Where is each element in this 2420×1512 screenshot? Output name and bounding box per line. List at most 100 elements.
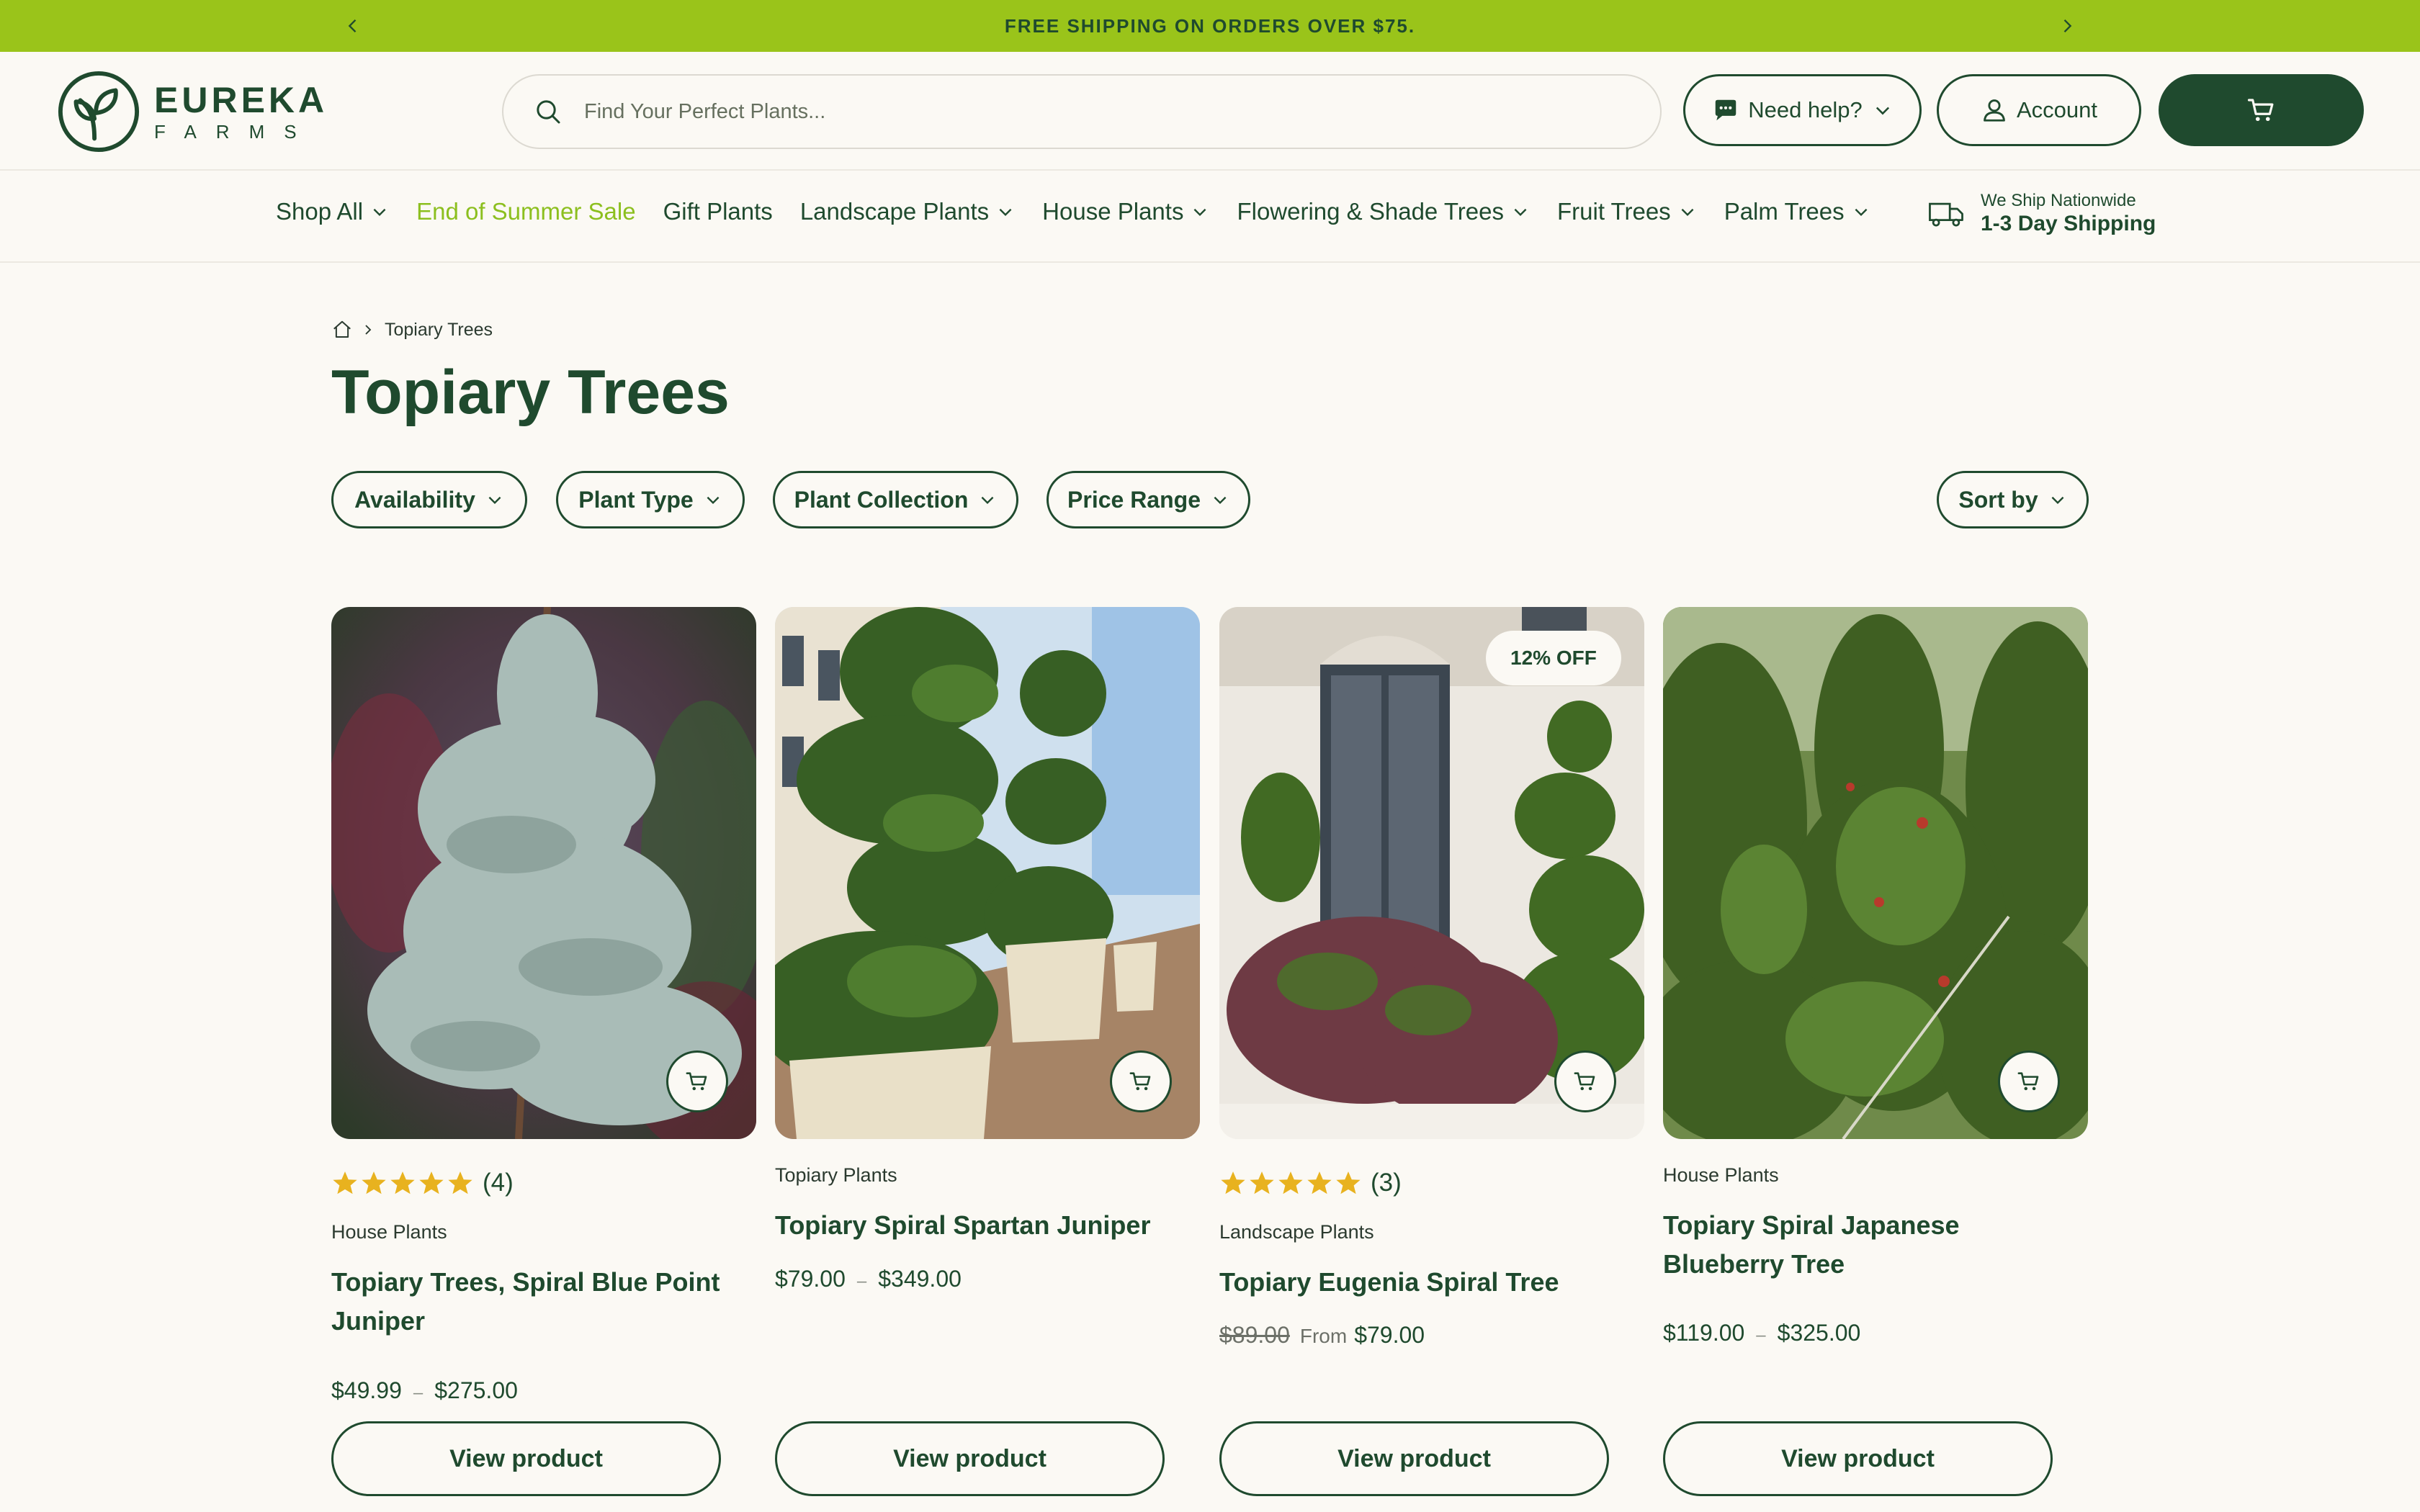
- search-bar[interactable]: [502, 74, 1662, 149]
- chevron-right-icon: [2063, 19, 2072, 32]
- view-product-button[interactable]: View product: [331, 1421, 721, 1496]
- price-high: $349.00: [878, 1266, 962, 1292]
- product-category: House Plants: [331, 1221, 447, 1243]
- star-icon: [448, 1171, 472, 1194]
- filter-price-range[interactable]: Price Range: [1047, 471, 1250, 528]
- chat-bubble-icon: [1715, 99, 1736, 121]
- cart-icon: [686, 1072, 707, 1091]
- price-low: $119.00: [1663, 1320, 1745, 1346]
- product-image[interactable]: 12% OFF: [1219, 607, 1644, 1139]
- product-rating: (4): [331, 1169, 514, 1197]
- filter-plant-type[interactable]: Plant Type: [556, 471, 745, 528]
- nav-item-gift-plants[interactable]: Gift Plants: [663, 198, 773, 225]
- product-card: House Plants Topiary Spiral Japanese Blu…: [1663, 607, 2088, 1496]
- account-button[interactable]: Account: [1937, 74, 2141, 146]
- breadcrumb: Topiary Trees: [331, 319, 493, 341]
- cart-icon: [1574, 1072, 1595, 1091]
- quick-add-cart-button[interactable]: [1556, 1053, 1614, 1110]
- cart-icon: [1129, 1072, 1151, 1091]
- announcement-prev-button[interactable]: [339, 12, 367, 40]
- quick-add-cart-button[interactable]: [2000, 1053, 2058, 1110]
- home-icon[interactable]: [331, 319, 353, 341]
- star-icon: [390, 1171, 415, 1194]
- star-rating: [1219, 1169, 1363, 1197]
- nav-item-landscape-plants[interactable]: Landscape Plants: [800, 198, 1015, 225]
- filter-plant-collection[interactable]: Plant Collection: [773, 471, 1018, 528]
- product-category: House Plants: [1663, 1164, 1779, 1186]
- shipping-info: We Ship Nationwide 1-3 Day Shipping: [1927, 191, 2156, 237]
- sort-by-dropdown[interactable]: Sort by: [1937, 471, 2089, 528]
- nav-item-end-of-summer-sale[interactable]: End of Summer Sale: [416, 198, 635, 225]
- product-name[interactable]: Topiary Trees, Spiral Blue Point Juniper: [331, 1263, 735, 1341]
- nav-item-fruit-trees[interactable]: Fruit Trees: [1557, 198, 1697, 225]
- quick-add-cart-button[interactable]: [668, 1053, 726, 1110]
- star-icon: [362, 1171, 386, 1194]
- nav-item-flowering-shade-trees[interactable]: Flowering & Shade Trees: [1237, 198, 1530, 225]
- star-icon: [1278, 1171, 1303, 1194]
- price-low: $49.99: [331, 1377, 402, 1403]
- leaf-logo-icon: [58, 71, 140, 153]
- view-product-button[interactable]: View product: [775, 1421, 1165, 1496]
- product-name[interactable]: Topiary Eugenia Spiral Tree: [1219, 1263, 1623, 1302]
- search-input[interactable]: [584, 99, 1592, 124]
- price-original: $89.00: [1219, 1322, 1290, 1348]
- product-price: $89.00 From $79.00: [1219, 1322, 1425, 1349]
- chevron-down-icon: [2051, 496, 2064, 505]
- chevron-left-icon: [348, 19, 357, 32]
- announcement-text: FREE SHIPPING ON ORDERS OVER $75.: [1004, 14, 1416, 37]
- product-category: Landscape Plants: [1219, 1221, 1374, 1243]
- product-price: $79.00 – $349.00: [775, 1266, 962, 1292]
- logo-subtitle: FARMS: [154, 121, 316, 143]
- need-help-button[interactable]: Need help?: [1683, 74, 1922, 146]
- star-icon: [1221, 1171, 1245, 1194]
- breadcrumb-current: Topiary Trees: [385, 319, 493, 340]
- announcement-next-button[interactable]: [2053, 12, 2081, 40]
- shipping-line-1: We Ship Nationwide: [1981, 191, 2136, 210]
- quick-add-cart-button[interactable]: [1112, 1053, 1170, 1110]
- shipping-line-2: 1-3 Day Shipping: [1981, 212, 2156, 235]
- chevron-down-icon: [1214, 496, 1227, 505]
- product-card: Topiary Plants Topiary Spiral Spartan Ju…: [775, 607, 1200, 1496]
- account-label: Account: [2016, 97, 2097, 122]
- chevron-down-icon: [1681, 208, 1694, 217]
- cart-icon: [2017, 1072, 2039, 1091]
- star-icon: [333, 1171, 357, 1194]
- chevron-down-icon: [981, 496, 994, 505]
- product-image[interactable]: [775, 607, 1200, 1139]
- price-prefix: From: [1299, 1325, 1348, 1347]
- product-image[interactable]: [1663, 607, 2088, 1139]
- chevron-down-icon: [1194, 208, 1206, 217]
- rating-count: (4): [483, 1169, 514, 1197]
- filter-availability[interactable]: Availability: [331, 471, 527, 528]
- chevron-down-icon: [1876, 107, 1889, 115]
- main-nav: Shop All End of Summer Sale Gift Plants …: [0, 171, 2420, 263]
- star-icon: [1336, 1171, 1361, 1194]
- chevron-down-icon: [488, 496, 501, 505]
- page-title: Topiary Trees: [331, 358, 730, 427]
- search-icon: [537, 100, 560, 124]
- product-category: Topiary Plants: [775, 1164, 897, 1186]
- star-icon: [419, 1171, 444, 1194]
- price-sale: $79.00: [1354, 1322, 1425, 1348]
- delivery-truck-icon: [1929, 202, 1963, 227]
- product-image[interactable]: [331, 607, 756, 1139]
- cart-button[interactable]: [2159, 74, 2364, 146]
- logo-wordmark: EUREKA: [154, 80, 328, 120]
- rating-count: (3): [1371, 1169, 1402, 1197]
- product-name[interactable]: Topiary Spiral Spartan Juniper: [775, 1206, 1178, 1245]
- price-high: $325.00: [1777, 1320, 1861, 1346]
- logo[interactable]: EUREKA FARMS: [56, 69, 328, 154]
- nav-item-house-plants[interactable]: House Plants: [1042, 198, 1209, 225]
- price-high: $275.00: [434, 1377, 518, 1403]
- chevron-down-icon: [707, 496, 720, 505]
- product-price: $119.00 – $325.00: [1663, 1320, 1861, 1346]
- chevron-down-icon: [1514, 208, 1527, 217]
- product-name[interactable]: Topiary Spiral Japanese Blueberry Tree: [1663, 1206, 2066, 1284]
- nav-item-palm-trees[interactable]: Palm Trees: [1724, 198, 1870, 225]
- view-product-button[interactable]: View product: [1663, 1421, 2053, 1496]
- need-help-label: Need help?: [1748, 97, 1863, 122]
- nav-item-shop-all[interactable]: Shop All: [276, 198, 389, 225]
- view-product-button[interactable]: View product: [1219, 1421, 1609, 1496]
- announcement-bar: FREE SHIPPING ON ORDERS OVER $75.: [0, 0, 2420, 52]
- product-card: (4) House Plants Topiary Trees, Spiral B…: [331, 607, 756, 1496]
